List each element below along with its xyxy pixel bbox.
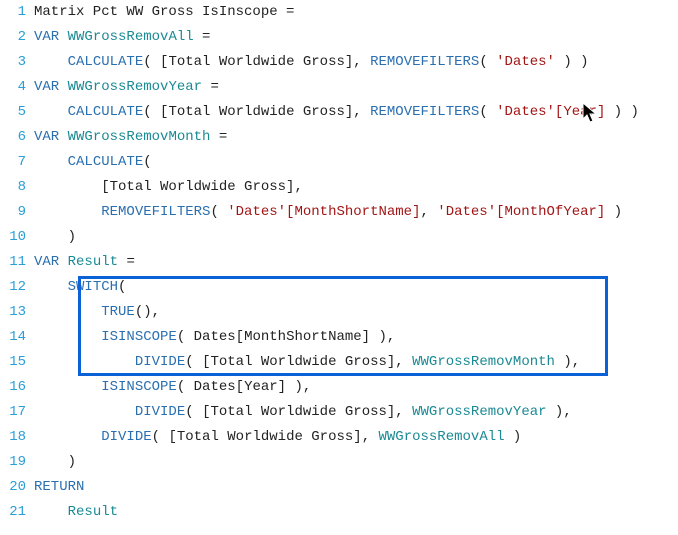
line-number: 11 <box>0 250 34 275</box>
code-content[interactable]: SWITCH( <box>34 275 674 300</box>
code-content[interactable]: CALCULATE( [Total Worldwide Gross], REMO… <box>34 100 674 125</box>
line-number: 15 <box>0 350 34 375</box>
code-line[interactable]: 20 RETURN <box>0 475 678 500</box>
line-number: 1 <box>0 0 34 25</box>
code-line[interactable]: 19 ) <box>0 450 678 475</box>
code-line[interactable]: 18 DIVIDE( [Total Worldwide Gross], WWGr… <box>0 425 678 450</box>
code-content[interactable]: ) <box>34 450 674 475</box>
code-line[interactable]: 21 Result <box>0 500 678 525</box>
code-content[interactable]: ) <box>34 225 674 250</box>
line-number: 17 <box>0 400 34 425</box>
line-number: 14 <box>0 325 34 350</box>
code-line[interactable]: 9 REMOVEFILTERS( 'Dates'[MonthShortName]… <box>0 200 678 225</box>
line-number: 12 <box>0 275 34 300</box>
code-content[interactable]: VAR WWGrossRemovAll = <box>34 25 674 50</box>
code-content[interactable]: [Total Worldwide Gross], <box>34 175 674 200</box>
code-line[interactable]: 14 ISINSCOPE( Dates[MonthShortName] ), <box>0 325 678 350</box>
code-line[interactable]: 3 CALCULATE( [Total Worldwide Gross], RE… <box>0 50 678 75</box>
line-number: 21 <box>0 500 34 525</box>
line-number: 13 <box>0 300 34 325</box>
line-number: 9 <box>0 200 34 225</box>
code-content[interactable]: DIVIDE( [Total Worldwide Gross], WWGross… <box>34 350 674 375</box>
code-content[interactable]: Result <box>34 500 674 525</box>
code-content[interactable]: REMOVEFILTERS( 'Dates'[MonthShortName], … <box>34 200 674 225</box>
code-content[interactable]: ISINSCOPE( Dates[MonthShortName] ), <box>34 325 674 350</box>
code-line[interactable]: 15 DIVIDE( [Total Worldwide Gross], WWGr… <box>0 350 678 375</box>
line-number: 3 <box>0 50 34 75</box>
line-number: 7 <box>0 150 34 175</box>
code-content[interactable]: VAR WWGrossRemovMonth = <box>34 125 674 150</box>
code-line[interactable]: 6 VAR WWGrossRemovMonth = <box>0 125 678 150</box>
line-number: 6 <box>0 125 34 150</box>
code-content[interactable]: VAR WWGrossRemovYear = <box>34 75 674 100</box>
code-content[interactable]: CALCULATE( [Total Worldwide Gross], REMO… <box>34 50 674 75</box>
code-line[interactable]: 7 CALCULATE( <box>0 150 678 175</box>
code-line[interactable]: 4 VAR WWGrossRemovYear = <box>0 75 678 100</box>
code-line[interactable]: 11 VAR Result = <box>0 250 678 275</box>
code-content[interactable]: TRUE(), <box>34 300 674 325</box>
line-number: 4 <box>0 75 34 100</box>
code-line[interactable]: 17 DIVIDE( [Total Worldwide Gross], WWGr… <box>0 400 678 425</box>
code-content[interactable]: RETURN <box>34 475 674 500</box>
code-content[interactable]: ISINSCOPE( Dates[Year] ), <box>34 375 674 400</box>
code-line[interactable]: 12 SWITCH( <box>0 275 678 300</box>
code-content[interactable]: DIVIDE( [Total Worldwide Gross], WWGross… <box>34 400 674 425</box>
line-number: 10 <box>0 225 34 250</box>
code-line[interactable]: 13 TRUE(), <box>0 300 678 325</box>
code-line[interactable]: 2 VAR WWGrossRemovAll = <box>0 25 678 50</box>
code-line[interactable]: 5 CALCULATE( [Total Worldwide Gross], RE… <box>0 100 678 125</box>
code-content[interactable]: Matrix Pct WW Gross IsInscope = <box>34 0 674 25</box>
line-number: 16 <box>0 375 34 400</box>
line-number: 20 <box>0 475 34 500</box>
line-number: 18 <box>0 425 34 450</box>
line-number: 8 <box>0 175 34 200</box>
code-editor[interactable]: 1 Matrix Pct WW Gross IsInscope = 2 VAR … <box>0 0 678 535</box>
code-content[interactable]: DIVIDE( [Total Worldwide Gross], WWGross… <box>34 425 674 450</box>
code-line[interactable]: 8 [Total Worldwide Gross], <box>0 175 678 200</box>
line-number: 5 <box>0 100 34 125</box>
code-content[interactable]: VAR Result = <box>34 250 674 275</box>
code-line[interactable]: 1 Matrix Pct WW Gross IsInscope = <box>0 0 678 25</box>
code-line[interactable]: 16 ISINSCOPE( Dates[Year] ), <box>0 375 678 400</box>
line-number: 2 <box>0 25 34 50</box>
code-content[interactable]: CALCULATE( <box>34 150 674 175</box>
code-line[interactable]: 10 ) <box>0 225 678 250</box>
line-number: 19 <box>0 450 34 475</box>
